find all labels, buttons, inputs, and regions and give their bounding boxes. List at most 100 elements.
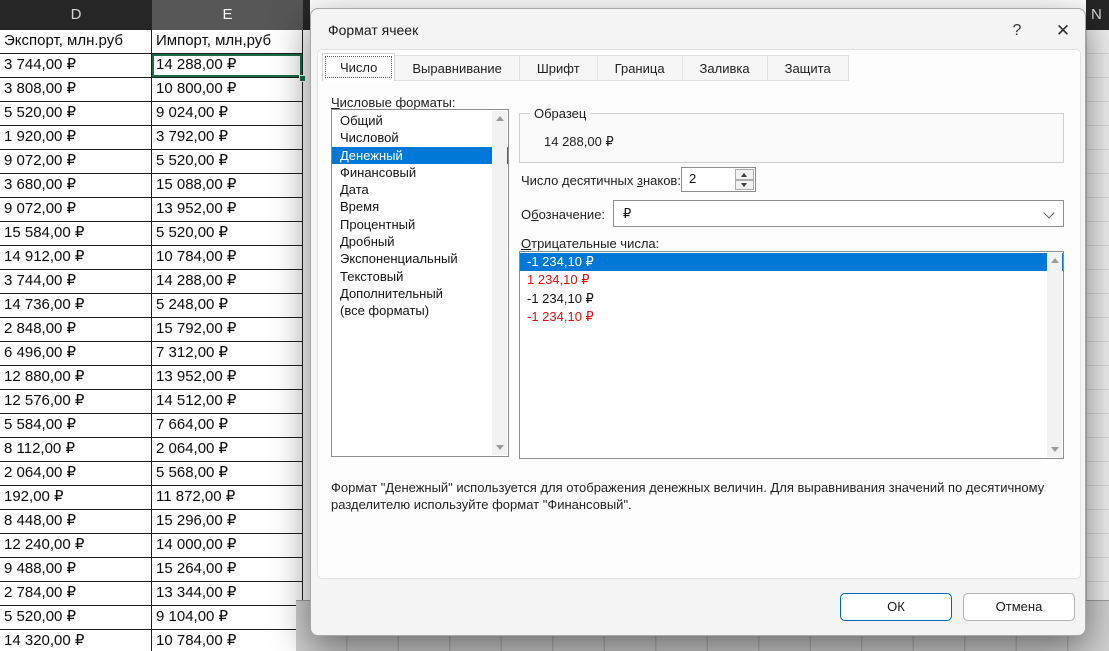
symbol-label: Обозначение: bbox=[521, 207, 605, 222]
format-category-item[interactable]: Дата bbox=[332, 181, 508, 198]
sheet-cell[interactable]: 8 448,00 ₽ bbox=[0, 510, 152, 534]
format-category-item[interactable]: Время bbox=[332, 198, 508, 215]
sheet-cell[interactable]: 3 808,00 ₽ bbox=[0, 78, 152, 102]
fill-handle[interactable] bbox=[299, 75, 306, 82]
dialog-titlebar[interactable]: Формат ячеек ? ✕ bbox=[311, 9, 1085, 51]
sample-group: Образец 14 288,00 ₽ bbox=[519, 113, 1064, 163]
format-category-item[interactable]: Общий bbox=[332, 112, 508, 129]
scroll-down-icon[interactable] bbox=[492, 440, 507, 455]
negative-numbers-label: Отрицательные числа: bbox=[521, 236, 659, 251]
sheet-cell[interactable]: 3 680,00 ₽ bbox=[0, 174, 152, 198]
tab-2[interactable]: Выравнивание bbox=[395, 55, 519, 81]
sheet-cell[interactable]: 3 744,00 ₽ bbox=[0, 270, 152, 294]
sheet-cell[interactable]: 6 496,00 ₽ bbox=[0, 342, 152, 366]
format-category-item[interactable]: Числовой bbox=[332, 129, 508, 146]
sheet-cell[interactable]: 14 000,00 ₽ bbox=[152, 534, 303, 558]
negative-format-item[interactable]: -1 234,10 ₽ bbox=[520, 290, 1063, 308]
sheet-cell[interactable]: 3 744,00 ₽ bbox=[0, 54, 152, 78]
tab-1[interactable]: Число bbox=[322, 53, 395, 81]
sheet-cell[interactable]: 9 488,00 ₽ bbox=[0, 558, 152, 582]
sheet-cell[interactable]: 8 112,00 ₽ bbox=[0, 438, 152, 462]
sheet-cell[interactable]: 7 312,00 ₽ bbox=[152, 342, 303, 366]
sheet-cell[interactable]: 15 088,00 ₽ bbox=[152, 174, 303, 198]
sheet-cell[interactable]: 5 520,00 ₽ bbox=[152, 222, 303, 246]
format-category-item[interactable]: Дробный bbox=[332, 233, 508, 250]
sheet-cell[interactable]: 15 792,00 ₽ bbox=[152, 318, 303, 342]
header-text-row: Экспорт, млн.рубИмпорт, млн,руб bbox=[0, 30, 303, 54]
sheet-cell[interactable]: 9 024,00 ₽ bbox=[152, 102, 303, 126]
format-category-item[interactable]: Экспоненциальный bbox=[332, 250, 508, 267]
sheet-cell[interactable]: 5 568,00 ₽ bbox=[152, 462, 303, 486]
sheet-cell[interactable]: 14 288,00 ₽ bbox=[152, 270, 303, 294]
sheet-cell[interactable]: 192,00 ₽ bbox=[0, 486, 152, 510]
sheet-row: 14 736,00 ₽5 248,00 ₽ bbox=[0, 294, 303, 318]
close-icon[interactable]: ✕ bbox=[1047, 19, 1079, 43]
help-icon[interactable]: ? bbox=[1001, 19, 1033, 43]
sheet-cell[interactable]: 1 920,00 ₽ bbox=[0, 126, 152, 150]
spin-up-icon[interactable] bbox=[735, 169, 754, 180]
sheet-cell[interactable]: 10 784,00 ₽ bbox=[152, 246, 303, 270]
sheet-cell[interactable]: 2 064,00 ₽ bbox=[0, 462, 152, 486]
spin-down-icon[interactable] bbox=[735, 180, 754, 191]
column-header-n[interactable]: N bbox=[1086, 0, 1109, 30]
scrollbar[interactable] bbox=[1047, 253, 1062, 457]
negative-format-item[interactable]: -1 234,10 ₽ bbox=[520, 308, 1063, 326]
tab-6[interactable]: Защита bbox=[768, 55, 849, 81]
format-category-item[interactable]: Дополнительный bbox=[332, 285, 508, 302]
sheet-cell[interactable]: 9 072,00 ₽ bbox=[0, 150, 152, 174]
sheet-cell[interactable]: 5 520,00 ₽ bbox=[0, 102, 152, 126]
symbol-dropdown[interactable]: ₽ bbox=[613, 200, 1064, 227]
tab-3[interactable]: Шрифт bbox=[520, 55, 598, 81]
decimals-label: Число десятичных знаков: bbox=[521, 173, 681, 188]
format-category-item[interactable]: Финансовый bbox=[332, 164, 508, 181]
sheet-cell[interactable]: 10 784,00 ₽ bbox=[152, 630, 303, 651]
cell-export-header[interactable]: Экспорт, млн.руб bbox=[0, 30, 152, 54]
negative-format-item[interactable]: -1 234,10 ₽ bbox=[520, 253, 1063, 271]
sheet-cell[interactable]: 13 952,00 ₽ bbox=[152, 198, 303, 222]
tab-5[interactable]: Заливка bbox=[683, 55, 768, 81]
tab-4[interactable]: Граница bbox=[598, 55, 683, 81]
sheet-cell[interactable]: 12 240,00 ₽ bbox=[0, 534, 152, 558]
sheet-cell[interactable]: 15 584,00 ₽ bbox=[0, 222, 152, 246]
symbol-value: ₽ bbox=[623, 206, 631, 222]
cell-import-header[interactable]: Импорт, млн,руб bbox=[152, 30, 303, 54]
sheet-cell-selected[interactable]: 14 288,00 ₽ bbox=[152, 54, 303, 78]
sheet-cell[interactable]: 13 344,00 ₽ bbox=[152, 582, 303, 606]
sheet-cell[interactable]: 14 320,00 ₽ bbox=[0, 630, 152, 651]
sheet-cell[interactable]: 5 520,00 ₽ bbox=[0, 606, 152, 630]
cancel-button[interactable]: Отмена bbox=[963, 593, 1075, 621]
sheet-cell[interactable]: 9 072,00 ₽ bbox=[0, 198, 152, 222]
sheet-cell[interactable]: 15 296,00 ₽ bbox=[152, 510, 303, 534]
sheet-cell[interactable]: 12 880,00 ₽ bbox=[0, 366, 152, 390]
sheet-cell[interactable]: 11 872,00 ₽ bbox=[152, 486, 303, 510]
sheet-cell[interactable]: 12 576,00 ₽ bbox=[0, 390, 152, 414]
format-category-item[interactable]: (все форматы) bbox=[332, 302, 508, 319]
sheet-cell[interactable]: 5 584,00 ₽ bbox=[0, 414, 152, 438]
format-category-item[interactable]: Текстовый bbox=[332, 268, 508, 285]
column-header-e[interactable]: E bbox=[152, 0, 303, 30]
sheet-cell[interactable]: 5 248,00 ₽ bbox=[152, 294, 303, 318]
sheet-cell[interactable]: 14 912,00 ₽ bbox=[0, 246, 152, 270]
scroll-up-icon[interactable] bbox=[492, 111, 507, 126]
sheet-cell[interactable]: 15 264,00 ₽ bbox=[152, 558, 303, 582]
decimals-stepper[interactable]: 2 bbox=[681, 167, 756, 192]
sheet-cell[interactable]: 3 792,00 ₽ bbox=[152, 126, 303, 150]
format-category-item[interactable]: Денежный bbox=[332, 147, 508, 164]
sheet-cell[interactable]: 13 952,00 ₽ bbox=[152, 366, 303, 390]
negative-format-item[interactable]: 1 234,10 ₽ bbox=[520, 271, 1063, 289]
ok-button[interactable]: ОК bbox=[840, 593, 952, 621]
scroll-up-icon[interactable] bbox=[1047, 253, 1062, 268]
sheet-cell[interactable]: 2 064,00 ₽ bbox=[152, 438, 303, 462]
sheet-cell[interactable]: 7 664,00 ₽ bbox=[152, 414, 303, 438]
format-category-item[interactable]: Процентный bbox=[332, 216, 508, 233]
sheet-cell[interactable]: 5 520,00 ₽ bbox=[152, 150, 303, 174]
sheet-cell[interactable]: 14 512,00 ₽ bbox=[152, 390, 303, 414]
column-header-d[interactable]: D bbox=[0, 0, 152, 30]
sheet-cell[interactable]: 10 800,00 ₽ bbox=[152, 78, 303, 102]
scrollbar[interactable] bbox=[492, 111, 507, 455]
sheet-cell[interactable]: 2 784,00 ₽ bbox=[0, 582, 152, 606]
sheet-cell[interactable]: 9 104,00 ₽ bbox=[152, 606, 303, 630]
sheet-cell[interactable]: 14 736,00 ₽ bbox=[0, 294, 152, 318]
sheet-cell[interactable]: 2 848,00 ₽ bbox=[0, 318, 152, 342]
scroll-down-icon[interactable] bbox=[1047, 442, 1062, 457]
